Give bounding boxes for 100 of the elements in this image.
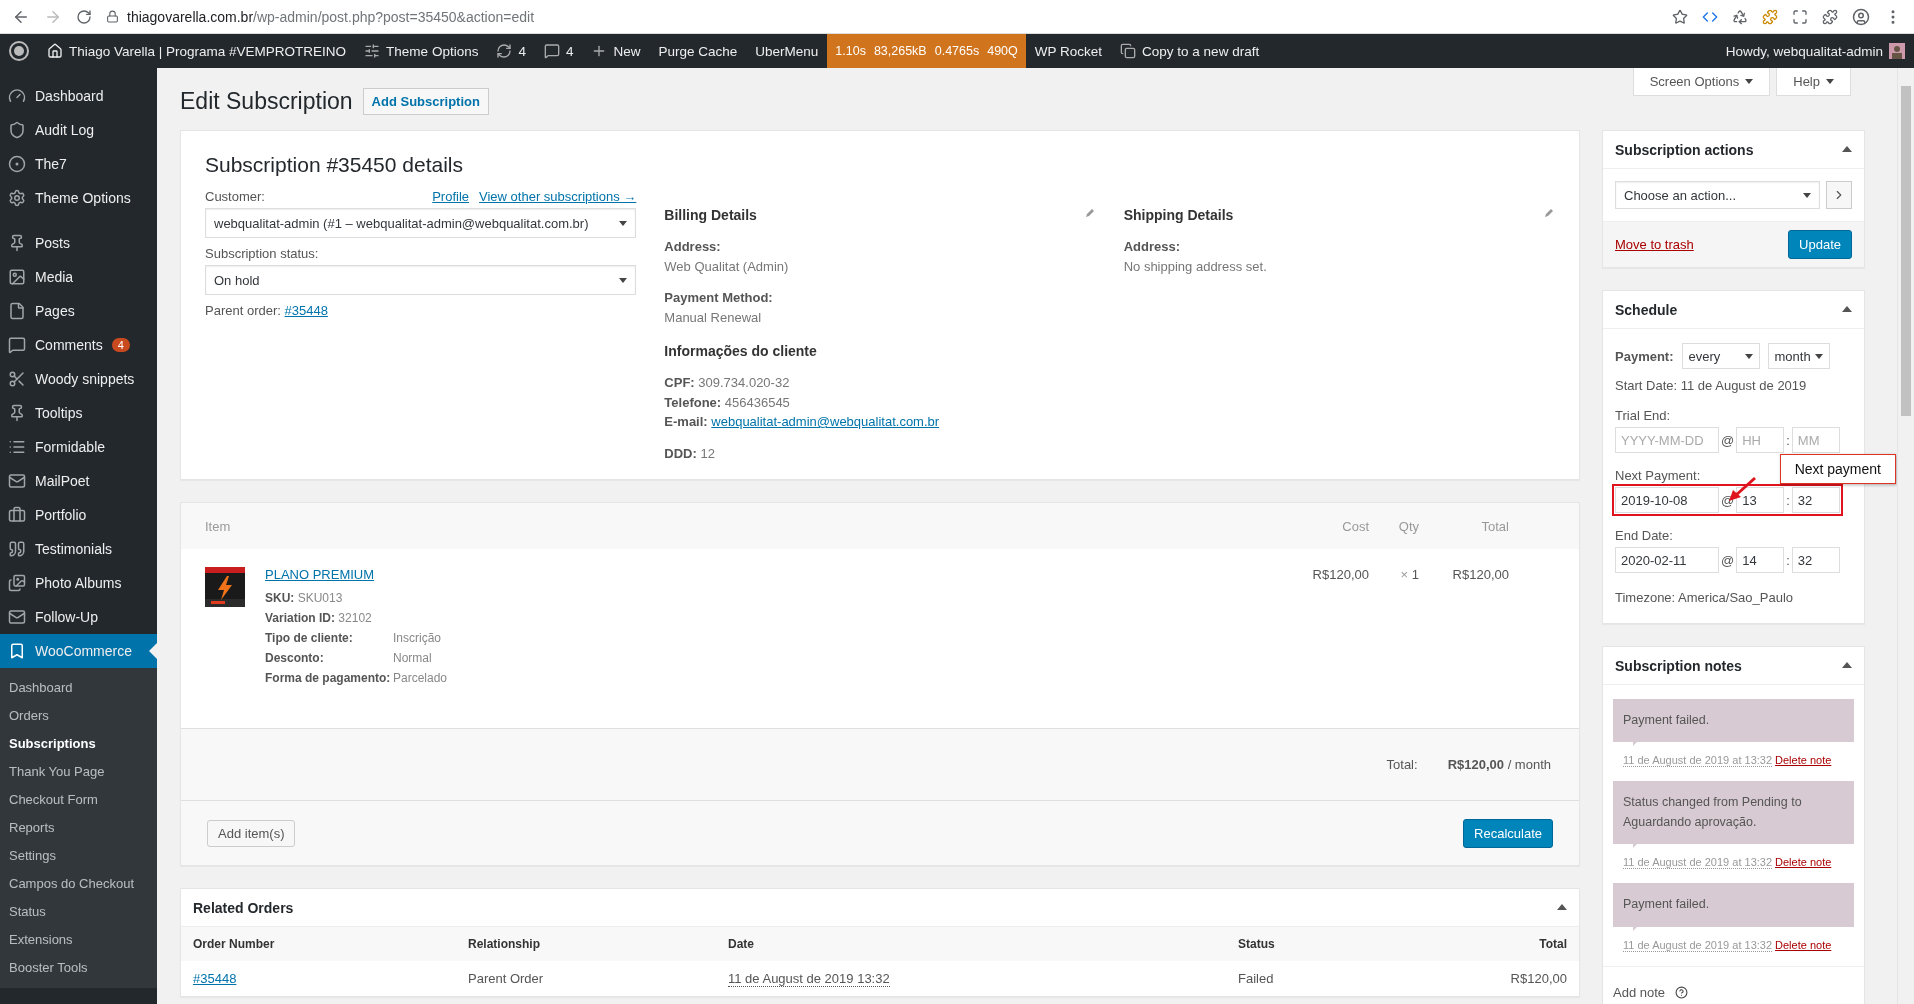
admin-bar-item[interactable]: UberMenu <box>746 34 828 68</box>
recycle-icon[interactable] <box>1732 8 1748 25</box>
admin-bar-item[interactable]: 4 <box>534 34 583 68</box>
table-cell-text: R$120,00 <box>1451 567 1509 584</box>
lock-icon <box>106 10 119 23</box>
update-button[interactable]: Update <box>1788 230 1852 259</box>
delete-note-link[interactable]: Delete note <box>1775 856 1832 870</box>
menu-item[interactable]: Woody snippets <box>0 362 157 396</box>
screen-tab[interactable]: Screen Options <box>1632 68 1771 96</box>
order-link[interactable]: #35448 <box>193 971 237 986</box>
submenu-item[interactable]: Subscriptions <box>0 730 157 758</box>
menu-item[interactable]: Formidable <box>0 430 157 464</box>
menu-item[interactable]: Media <box>0 260 157 294</box>
scrollbar[interactable] <box>1897 68 1914 1004</box>
menu-item[interactable]: Testimonials <box>0 532 157 566</box>
screen-tab[interactable]: Help <box>1776 68 1851 96</box>
envelope-icon <box>8 608 26 626</box>
menu-item[interactable]: MailPoet <box>0 464 157 498</box>
subscriptions-link[interactable]: View other subscriptions → <box>479 189 637 204</box>
add-items-button[interactable]: Add item(s) <box>207 819 296 847</box>
submenu-item[interactable]: Campos do Checkout <box>0 870 157 898</box>
submenu-item[interactable]: Checkout Form <box>0 786 157 814</box>
submenu-item[interactable]: Status <box>0 898 157 926</box>
column-header: Qty <box>1397 518 1419 534</box>
envelope-icon <box>8 472 26 490</box>
admin-bar-item[interactable]: New <box>582 34 650 68</box>
period-select[interactable]: month <box>1767 343 1830 369</box>
delete-note-link[interactable]: Delete note <box>1775 754 1832 768</box>
note-date: 11 de August de 2019 at 13:32 <box>1623 856 1773 870</box>
star-icon[interactable] <box>1672 8 1688 25</box>
account-menu[interactable]: Howdy, webqualitat-admin <box>1716 34 1914 68</box>
delete-note-link[interactable]: Delete note <box>1775 938 1832 952</box>
product-link[interactable]: PLANO PREMIUM <box>265 567 448 582</box>
hour-field[interactable]: 14 <box>1736 547 1785 573</box>
submenu-item[interactable]: Booster Tools <box>0 954 157 982</box>
add-subscription-button[interactable]: Add Subscription <box>362 88 489 115</box>
date-field[interactable]: YYYY-MM-DD <box>1615 427 1719 453</box>
customer-select[interactable]: webqualitat-admin (#1 – webqualitat-admin@webqualitat.com.br) <box>205 208 637 238</box>
hour-field[interactable]: 13 <box>1736 487 1785 513</box>
date-field[interactable]: 2020-02-11 <box>1615 547 1719 573</box>
menu-item[interactable]: Comments 4 <box>0 328 157 362</box>
email-link[interactable]: webqualitat-admin@webqualitat.com.br <box>711 414 940 429</box>
menu-item[interactable]: Portfolio <box>0 498 157 532</box>
pin-icon <box>8 404 26 422</box>
date-field[interactable]: 2019-10-08 <box>1615 487 1719 513</box>
table-cell-text: R$120,00 <box>1509 970 1568 988</box>
status-select[interactable]: On hold <box>205 265 637 295</box>
timezone-text: Timezone: America/Sao_Paulo <box>1615 590 1794 605</box>
address-field[interactable]: thiagovarella.com.br/wp-admin/post.php?post=35450&action=edit <box>127 8 535 25</box>
menu-item[interactable]: The7 <box>0 147 157 181</box>
site-link[interactable]: Thiago Varella | Programa #VEMPROTREINO <box>38 34 356 68</box>
recalculate-button[interactable]: Recalculate <box>1463 818 1553 848</box>
menu-item[interactable]: Follow-Up <box>0 600 157 634</box>
menu-item[interactable]: WooCommerce <box>0 634 157 668</box>
attribute-value: Inscrição <box>393 631 443 645</box>
reload-icon[interactable] <box>76 8 92 25</box>
submenu-item[interactable]: Settings <box>0 842 157 870</box>
admin-bar-item[interactable]: 4 <box>487 34 535 68</box>
menu-item[interactable]: Pages <box>0 294 157 328</box>
menu-item[interactable]: Dashboard <box>0 79 157 113</box>
avatar-icon <box>1889 43 1905 59</box>
time-separator: : <box>1786 492 1790 508</box>
action-select[interactable]: Choose an action... <box>1615 181 1820 209</box>
menu-item[interactable]: Photo Albums <box>0 566 157 600</box>
menu-item[interactable]: Audit Log <box>0 113 157 147</box>
item-meta: Variation ID: 32102 <box>265 611 373 625</box>
table-cell-text: Failed <box>1237 970 1275 988</box>
panel-title: Schedule <box>1615 301 1678 318</box>
date-text: 11 de August de 2019 13:32 <box>728 971 890 987</box>
menu-item[interactable]: Posts <box>0 226 157 260</box>
submenu-item[interactable]: Thank You Page <box>0 758 157 786</box>
column-header: Status <box>1226 927 1459 961</box>
admin-bar-item[interactable]: Purge Cache <box>649 34 747 68</box>
scissors-icon <box>8 370 26 388</box>
profile-icon[interactable] <box>1852 7 1870 26</box>
trash-link[interactable]: Move to trash <box>1615 237 1694 252</box>
minute-field[interactable]: 32 <box>1791 487 1840 513</box>
column-header: Cost <box>1341 518 1369 534</box>
minute-field[interactable]: MM <box>1791 427 1840 453</box>
submenu-item[interactable]: Dashboard <box>0 674 157 702</box>
note-date: 11 de August de 2019 at 13:32 <box>1623 938 1773 952</box>
profile-link[interactable]: Profile <box>432 189 470 204</box>
menu-item[interactable]: Theme Options <box>0 181 157 215</box>
table-cell-text: R$120,00 <box>1311 567 1369 584</box>
admin-bar-item[interactable]: Copy to a new draft <box>1111 34 1269 68</box>
performance-metric: 0.4765s <box>934 44 980 58</box>
maximize-icon[interactable] <box>1792 8 1808 25</box>
hour-field[interactable]: HH <box>1736 427 1785 453</box>
help-icon[interactable] <box>1675 985 1689 999</box>
menu-item[interactable]: Tooltips <box>0 396 157 430</box>
section-title: Informações do cliente <box>664 343 817 359</box>
submenu-item[interactable]: Orders <box>0 702 157 730</box>
submenu-item[interactable]: Extensions <box>0 926 157 954</box>
admin-bar-item[interactable]: Theme Options <box>355 34 488 68</box>
admin-bar-item[interactable]: WP Rocket <box>1025 34 1112 68</box>
order-link[interactable]: #35448 <box>284 303 328 318</box>
submenu-item[interactable]: Reports <box>0 814 157 842</box>
minute-field[interactable]: 32 <box>1791 547 1840 573</box>
interval-select[interactable]: every <box>1681 343 1760 369</box>
info-text: CPF: 309.734.020-32 <box>664 375 790 390</box>
